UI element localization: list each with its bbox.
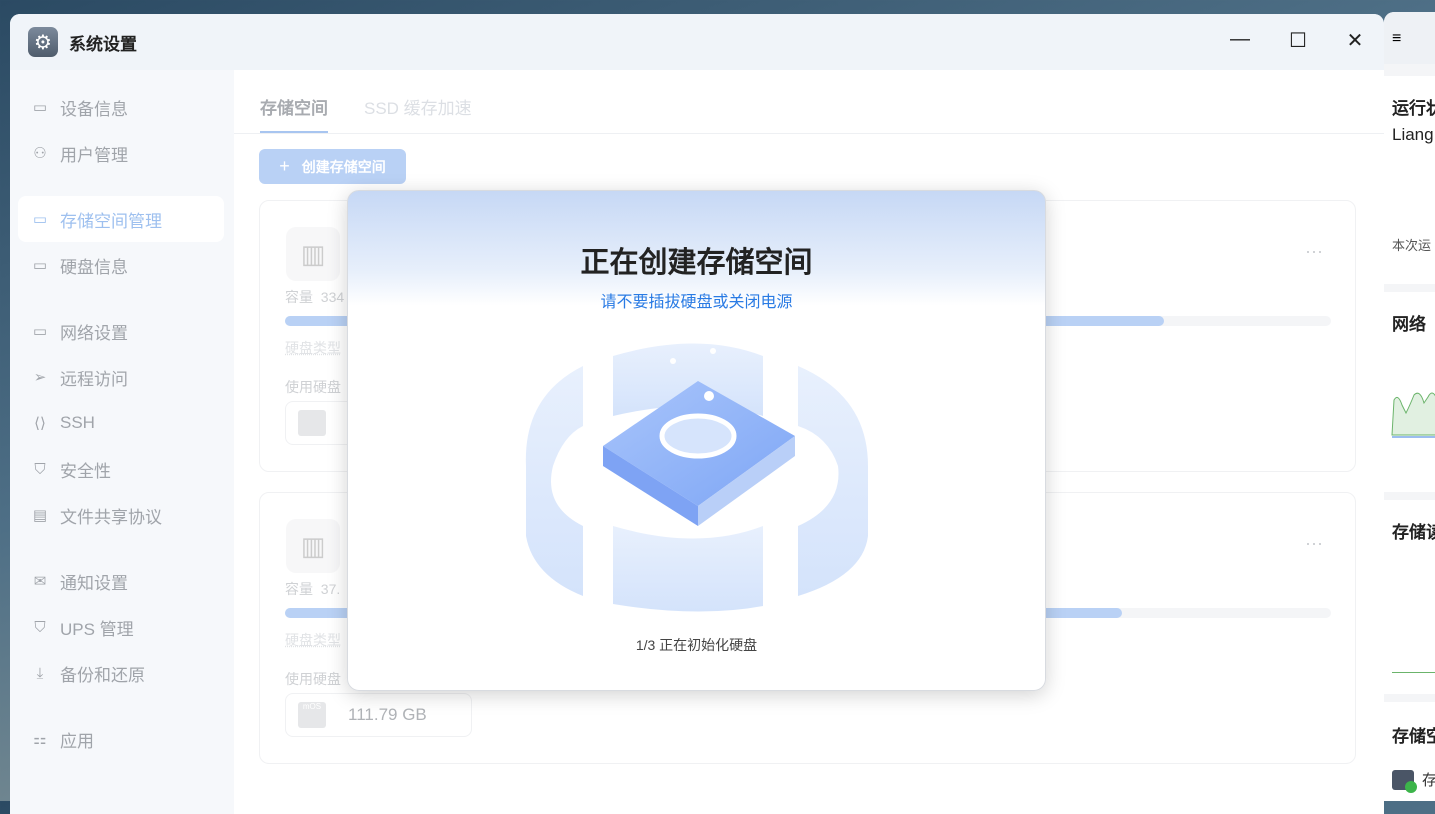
title-bar: ⚙ 系统设置 — ☐ ✕ <box>10 14 1384 70</box>
sidebar-item[interactable]: ✉ 通知设置 <box>18 558 224 604</box>
sidebar-item-label: 存储空间管理 <box>60 211 162 231</box>
sidebar-item-label: 通知设置 <box>60 573 128 593</box>
sidebar-item-label: 硬盘信息 <box>60 257 128 277</box>
sidebar-item-label: 远程访问 <box>60 369 128 389</box>
dialog-progress-text: 1/3 正在初始化硬盘 <box>635 637 758 653</box>
create-storage-button[interactable]: + 创建存储空间 <box>259 149 406 184</box>
maximize-button[interactable]: ☐ <box>1283 28 1313 53</box>
disk-type-label: 硬盘类型 <box>285 632 341 648</box>
storage-space-widget-title: 存储空 <box>1392 727 1435 746</box>
widget-panel: ≡ 运行状 Liang 本次运 网络 存储读 存储空 存 <box>1384 12 1435 801</box>
capacity-label: 容量 <box>285 581 313 597</box>
sidebar: ▭ 设备信息 ⚇ 用户管理 ▭ 存储空间管理 ▭ 硬盘信息 ▭ 网络设置 ➢ 远程访问 ⟨⟩ SSH ⛉ 安全… <box>10 70 234 814</box>
create-storage-label: 创建存储空间 <box>301 158 386 175</box>
plus-icon: + <box>279 156 290 176</box>
tab-ssd-cache[interactable]: SSD 缓存加速 <box>364 70 472 133</box>
sidebar-group: ▭ 存储空间管理 ▭ 硬盘信息 <box>10 196 234 288</box>
capacity-value: 334 <box>320 289 345 305</box>
sidebar-item-label: 备份和还原 <box>60 665 145 685</box>
status-widget-title: 运行状 <box>1392 99 1435 118</box>
gear-icon: ⚙ <box>28 27 58 57</box>
sidebar-item[interactable]: ▭ 硬盘信息 <box>18 242 224 288</box>
server-icon: ▥ <box>286 227 340 281</box>
server-icon: ▥ <box>286 519 340 573</box>
widget-menu-icon[interactable]: ≡ <box>1384 12 1435 64</box>
more-options-button[interactable]: ··· <box>1305 241 1323 262</box>
capacity-label: 容量 <box>285 289 313 305</box>
disk-type-label: 硬盘类型 <box>285 340 341 356</box>
uptime-label: 本次运 <box>1392 238 1432 253</box>
storage-io-widget-title: 存储读 <box>1392 523 1435 542</box>
minimize-button[interactable]: — <box>1225 28 1255 51</box>
close-button[interactable]: ✕ <box>1340 28 1370 53</box>
dialog-title: 正在创建存储空间 <box>580 247 813 279</box>
network-icon: ▭ <box>32 323 48 340</box>
sidebar-group: ✉ 通知设置 ⛉ UPS 管理 ⤓ 备份和还原 <box>10 558 234 696</box>
capacity-value: 37. <box>320 581 341 597</box>
sidebar-item[interactable]: ▤ 文件共享协议 <box>18 492 224 538</box>
sidebar-item[interactable]: ▭ 网络设置 <box>18 308 224 354</box>
network-widget-title: 网络 <box>1392 315 1426 334</box>
sidebar-item-label: SSH <box>60 413 95 432</box>
download-icon: ⤓ <box>36 664 44 682</box>
sidebar-item[interactable]: ➢ 远程访问 <box>18 354 224 400</box>
sidebar-item[interactable]: ⚇ 用户管理 <box>18 130 224 176</box>
disk-size: 111.79 GB <box>348 705 427 724</box>
hard-disk-icon: mOS <box>298 702 326 728</box>
used-disk-label: 使用硬盘 <box>285 671 341 687</box>
sidebar-item[interactable]: ▭ 存储空间管理 <box>18 196 224 242</box>
storage-item-label: 存 <box>1422 772 1435 789</box>
sidebar-group: ▭ 设备信息 ⚇ 用户管理 <box>10 84 234 176</box>
sidebar-item-label: 应用 <box>60 731 94 751</box>
user-icon: ⚇ <box>33 145 47 162</box>
send-icon: ➢ <box>33 369 47 386</box>
file-icon: ▤ <box>32 507 48 524</box>
sidebar-item-label: UPS 管理 <box>60 619 134 639</box>
sidebar-group: ⚏ 应用 <box>10 716 234 762</box>
tab-bar: 存储空间 SSD 缓存加速 <box>234 70 1384 134</box>
tab-storage-space[interactable]: 存储空间 <box>260 70 328 133</box>
disk-item[interactable]: mOS 111.79 GB <box>285 693 472 737</box>
sidebar-item[interactable]: ▭ 设备信息 <box>18 84 224 130</box>
storage-illustration-icon <box>525 343 868 612</box>
creating-storage-dialog: 正在创建存储空间 请不要插拔硬盘或关闭电源 1/3 正在初始化硬盘 <box>347 190 1046 691</box>
sidebar-item-label: 网络设置 <box>60 323 128 343</box>
shield-icon: ⛉ <box>34 460 46 478</box>
sidebar-group: ▭ 网络设置 ➢ 远程访问 ⟨⟩ SSH ⛉ 安全性 ▤ 文件共享协议 <box>10 308 234 538</box>
sidebar-item[interactable]: ⟨⟩ SSH <box>18 400 224 446</box>
sidebar-item-label: 文件共享协议 <box>60 507 162 527</box>
host-name: Liang <box>1392 125 1434 144</box>
sidebar-item-label: 安全性 <box>60 461 111 481</box>
disk-icon: ▭ <box>32 257 48 274</box>
sidebar-item-label: 设备信息 <box>60 99 128 119</box>
storage-icon: ▭ <box>32 211 48 228</box>
storage-check-icon <box>1392 769 1417 793</box>
dialog-warning: 请不要插拔硬盘或关闭电源 <box>600 294 793 311</box>
sidebar-item[interactable]: ⛉ UPS 管理 <box>18 604 224 650</box>
ups-icon: ⛉ <box>34 618 46 636</box>
apps-icon: ⚏ <box>33 731 47 748</box>
sidebar-item-label: 用户管理 <box>60 145 128 165</box>
sidebar-item[interactable]: ⚏ 应用 <box>18 716 224 762</box>
window-title: 系统设置 <box>69 34 137 54</box>
code-icon: ⟨⟩ <box>34 415 46 432</box>
mail-icon: ✉ <box>33 573 47 590</box>
device-icon: ▭ <box>32 99 48 116</box>
used-disk-label: 使用硬盘 <box>285 379 341 395</box>
more-options-button[interactable]: ··· <box>1305 533 1323 554</box>
sidebar-item[interactable]: ⤓ 备份和还原 <box>18 650 224 696</box>
hard-disk-icon <box>298 410 326 436</box>
sidebar-item[interactable]: ⛉ 安全性 <box>18 446 224 492</box>
network-chart <box>1391 392 1435 438</box>
